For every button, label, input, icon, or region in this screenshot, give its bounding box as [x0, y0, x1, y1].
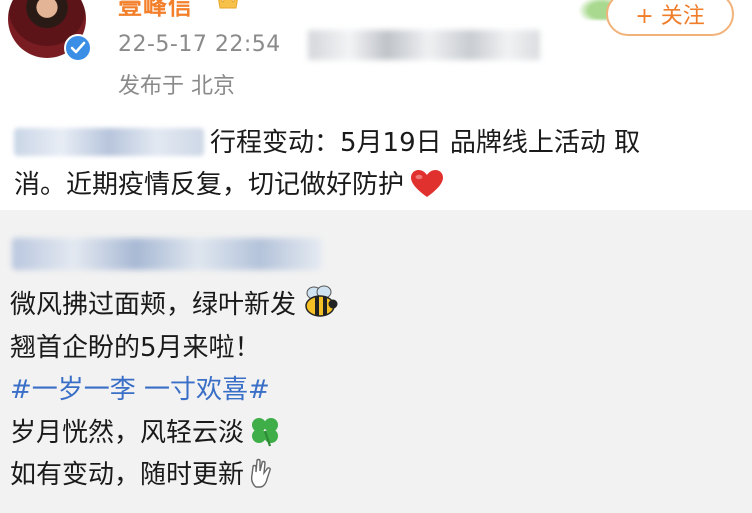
follow-label: + 关注: [635, 4, 705, 29]
hand-icon: [250, 458, 271, 488]
follow-button[interactable]: + 关注: [606, 0, 734, 36]
repost-line-5: 如有变动，随时更新: [10, 460, 245, 490]
repost-body: 微风拂过面颊，绿叶新发 翘首企盼的5月来啦！ #一岁一李 一寸欢喜# 岁月恍然，…: [10, 284, 730, 497]
repost-line-4: 岁月恍然，风轻云淡: [10, 417, 245, 448]
super-topic-link[interactable]: [14, 128, 204, 156]
username[interactable]: 壹峰信: [118, 0, 193, 21]
repost-line-2: 翘首企盼的5月来啦！: [10, 332, 261, 363]
verified-icon: [64, 34, 92, 62]
post-timestamp: 22-5-17 22:54: [118, 32, 281, 57]
heart-icon: [411, 170, 444, 197]
original-post: 壹峰信 22-5-17 22:54 发布于 北京 + 关注 行程变动：5月19日…: [0, 0, 752, 210]
repost-line-1: 微风拂过面颊，绿叶新发: [10, 290, 297, 320]
redacted-source: [308, 30, 540, 60]
mention-link[interactable]: [12, 238, 322, 270]
post-location: 发布于 北京: [118, 74, 235, 99]
bee-icon: [305, 285, 338, 317]
post-text-line1: 行程变动：5月19日 品牌线上活动 取: [210, 128, 641, 158]
crown-icon: [218, 0, 238, 9]
post-text-line2: 消。近期疫情反复，切记做好防护: [14, 170, 405, 200]
clover-icon: [252, 417, 279, 446]
post-body: 行程变动：5月19日 品牌线上活动 取 消。近期疫情反复，切记做好防护: [14, 122, 734, 206]
hashtag-link[interactable]: #一岁一李 一寸欢喜#: [10, 375, 270, 405]
